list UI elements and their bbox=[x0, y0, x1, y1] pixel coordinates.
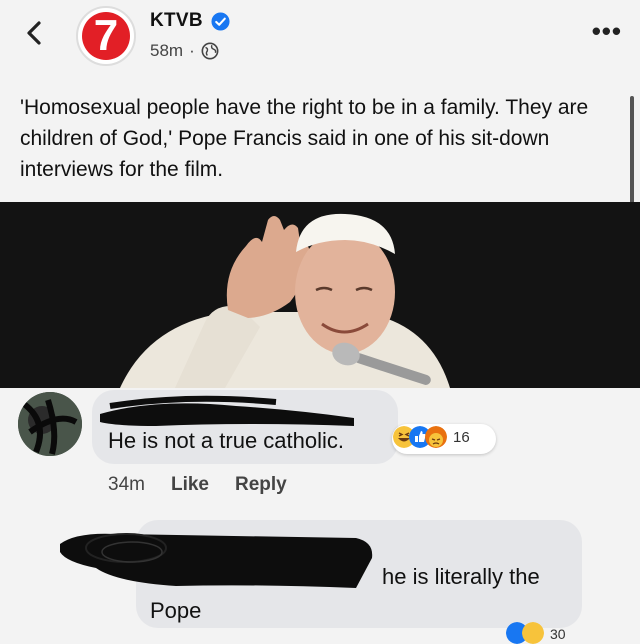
meta-separator: · bbox=[189, 41, 195, 60]
angry-reaction-icon bbox=[425, 426, 447, 448]
scrollbar[interactable] bbox=[630, 96, 634, 208]
logo-text: 7 bbox=[93, 11, 119, 60]
comment-1-reaction-count: 16 bbox=[453, 428, 470, 446]
post-time: 58m bbox=[150, 41, 184, 60]
commenter-avatar[interactable] bbox=[18, 392, 82, 456]
comment-1-reactions[interactable]: 16 bbox=[393, 426, 470, 448]
post-meta: 58m · bbox=[150, 41, 219, 61]
page-name[interactable]: KTVB bbox=[150, 10, 203, 32]
back-chevron-icon[interactable] bbox=[20, 18, 50, 48]
comment-1-time: 34m bbox=[108, 474, 145, 495]
redacted-commenter-name bbox=[100, 395, 354, 426]
more-options-icon[interactable]: ••• bbox=[592, 16, 622, 47]
ktvb-logo[interactable]: 7 bbox=[76, 6, 136, 66]
post-text: 'Homosexual people have the right to be … bbox=[20, 96, 589, 181]
post-photo[interactable] bbox=[0, 202, 640, 388]
reply-button[interactable]: Reply bbox=[235, 474, 287, 496]
comment-1-actions: 34m Like Reply bbox=[108, 474, 287, 496]
comment-2-reactions[interactable]: 30 bbox=[506, 622, 566, 644]
comment-2-reaction-count: 30 bbox=[550, 626, 566, 642]
comment-2-text-body: he is literally the Pope bbox=[150, 564, 540, 623]
globe-icon bbox=[201, 42, 219, 60]
haha-reaction-icon-2 bbox=[522, 622, 544, 644]
verified-badge-icon bbox=[211, 12, 230, 31]
comment-2-text: he is literally the Pope bbox=[150, 560, 570, 628]
like-button[interactable]: Like bbox=[171, 474, 209, 496]
comment-1-text: He is not a true catholic. bbox=[108, 428, 345, 453]
